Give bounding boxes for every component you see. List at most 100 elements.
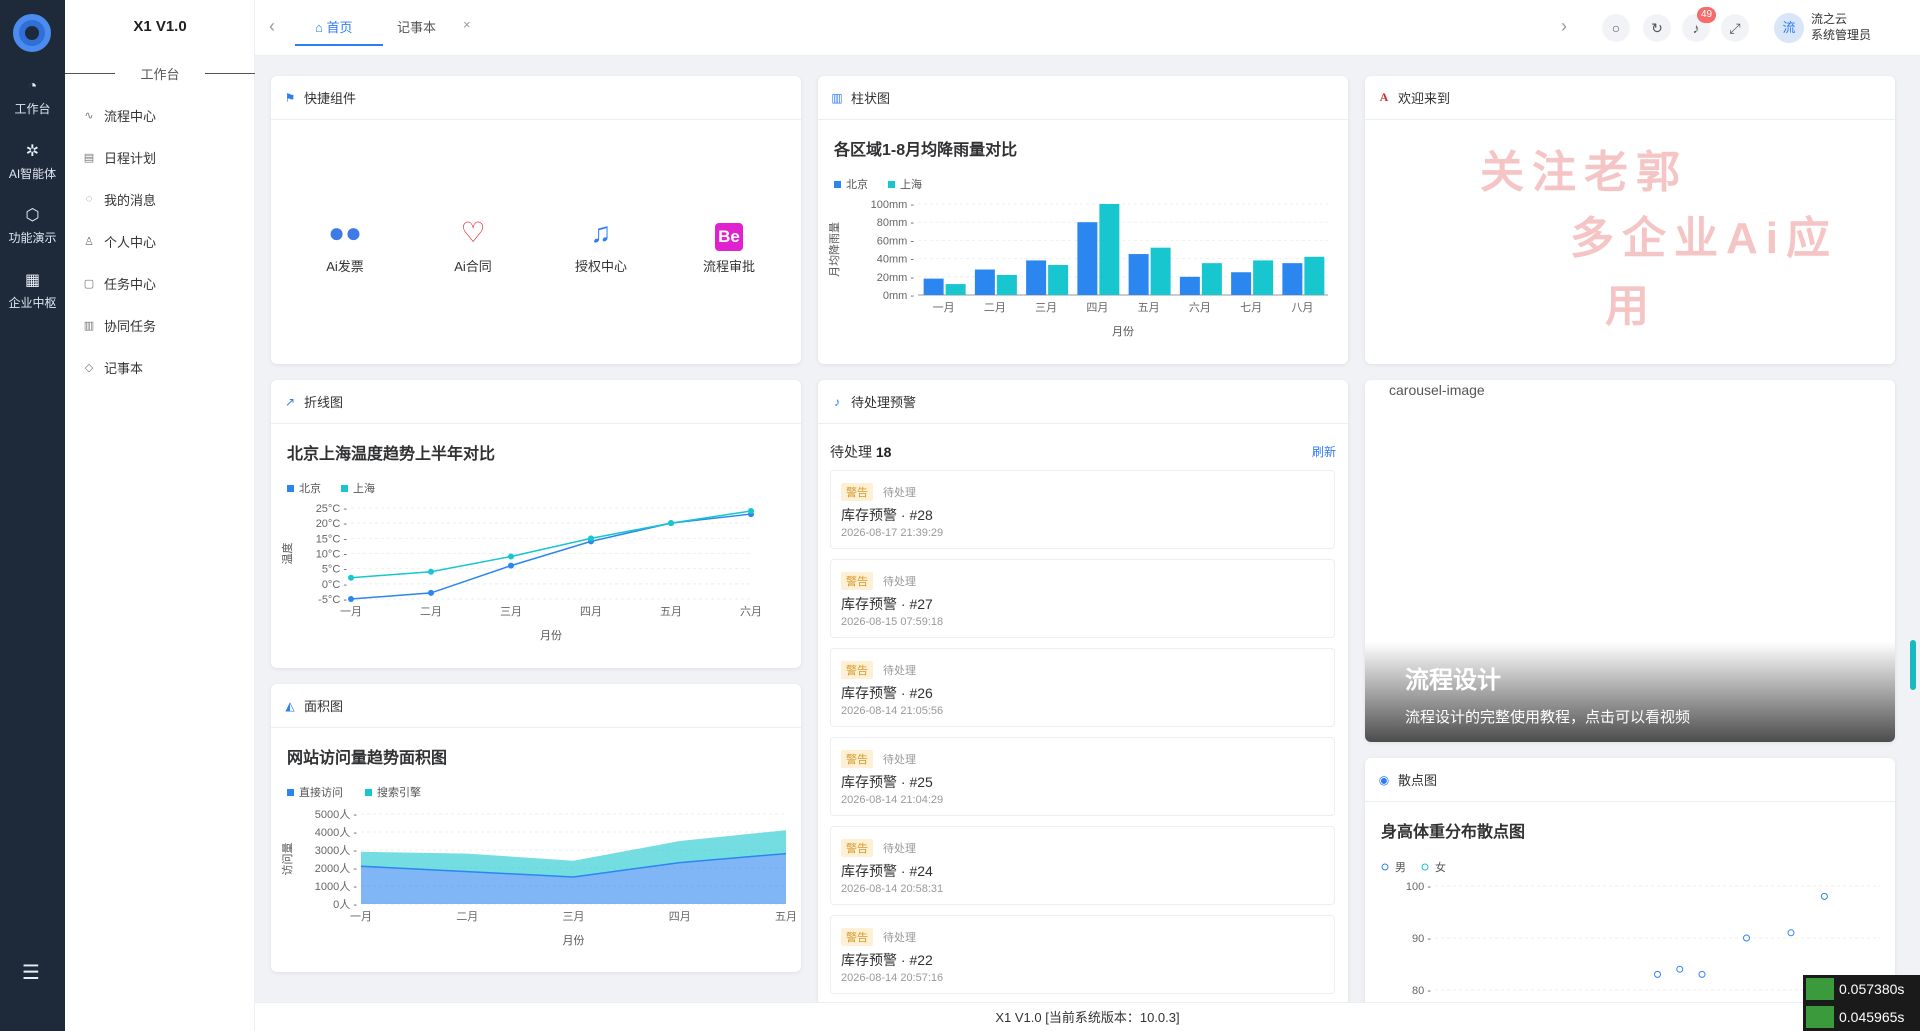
y-tick-label: 80 -	[1412, 985, 1431, 997]
y-tick-label: 10°C -	[316, 549, 348, 561]
x-tick-label: 三月	[563, 911, 585, 923]
timing-badge-1: 0.057380s	[1803, 975, 1920, 1003]
menu-toggle-icon[interactable]: ☰	[22, 960, 40, 985]
tag-icon: ◇	[84, 361, 94, 374]
alert-item[interactable]: 警告 待处理 库存预警 · #22 2026-08-14 20:57:16	[830, 915, 1335, 994]
welcome-line-2: 多企业Ai应	[1570, 214, 1838, 263]
sidebar-item-profile[interactable]: ♙ 个人中心	[81, 230, 156, 252]
user-name: 流之云	[1811, 12, 1848, 26]
divider	[205, 73, 255, 74]
pulse-icon: ∿	[84, 109, 94, 122]
user-role: 系统管理员	[1811, 28, 1872, 42]
bar-chart-card: ▥ 柱状图 各区域1-8月均降雨量对比 北京 上海 0mm -20mm -40mm -…	[818, 76, 1348, 364]
refresh-link[interactable]: 刷新	[1312, 443, 1336, 460]
heart-icon: ♡	[460, 217, 486, 248]
card-header: A 欢迎来到	[1365, 76, 1895, 120]
bar	[1099, 204, 1120, 295]
carousel-card[interactable]: carousel-image 流程设计 流程设计的完整使用教程，点击可以看视频	[1365, 380, 1895, 742]
y-tick-label: 25°C -	[316, 503, 348, 515]
dashboard-icon: ◔	[27, 78, 38, 95]
rail-item-demo[interactable]: ⬡ 功能演示	[0, 207, 65, 246]
sidebar-item-notes[interactable]: ◇ 记事本	[81, 356, 143, 378]
tab-home[interactable]: ⌂ 首页	[315, 17, 352, 36]
tab-scroll-left-icon[interactable]: ‹	[269, 16, 275, 37]
y-tick-label: 4000人 -	[315, 826, 358, 839]
y-tick-label: 20°C -	[316, 518, 348, 530]
alert-name: 库存预警 · #26	[841, 685, 933, 701]
scrollbar-thumb[interactable]	[1910, 640, 1916, 690]
data-point	[1820, 892, 1828, 900]
bar	[1231, 272, 1252, 295]
quick-item-auth[interactable]: ♫ 授权中心	[551, 216, 651, 275]
y-tick-label: 80mm -	[877, 217, 915, 229]
sidebar-item-messages[interactable]: ◌ 我的消息	[81, 188, 156, 210]
x-tick-label: 三月	[1035, 302, 1057, 314]
rail-item-ai-agent[interactable]: ✲ AI智能体	[0, 143, 65, 182]
alert-name: 库存预警 · #28	[841, 507, 933, 523]
alert-item[interactable]: 警告 待处理 库存预警 · #24 2026-08-14 20:58:31	[830, 826, 1335, 905]
quick-components-card: ⚑ 快捷组件 ●● Ai发票 ♡ Ai合同 ♫ 授权中心 Be 流程审批	[271, 76, 801, 364]
x-tick-label: 六月	[740, 605, 762, 618]
alert-time: 2026-08-15 07:59:18	[841, 616, 944, 628]
rail-item-enterprise[interactable]: ▦ 企业中枢	[0, 272, 65, 311]
x-tick-label: 五月	[775, 911, 797, 923]
bar-chart: 北京 上海 0mm - 20mm - 40mm - 60mm - 80mm - 100mm -…	[827, 177, 1328, 338]
x-tick-label: 六月	[1189, 301, 1211, 314]
alert-item[interactable]: 警告 待处理 库存预警 · #27 2026-08-15 07:59:18	[830, 559, 1335, 638]
user-info[interactable]: 流之云 系统管理员	[1811, 11, 1871, 43]
letter-a-icon: A	[1379, 90, 1389, 104]
alert-status: 待处理	[883, 576, 916, 588]
bar	[1128, 254, 1149, 295]
notification-badge: 49	[1697, 7, 1717, 23]
bar	[945, 284, 966, 295]
alert-item[interactable]: 警告 待处理 库存预警 · #28 2026-08-17 21:39:29	[830, 470, 1335, 549]
bar	[1179, 276, 1200, 295]
legend-label: 男	[1395, 862, 1406, 874]
rail-item-workbench[interactable]: ◔ 工作台	[0, 78, 65, 117]
sidebar-item-tasks[interactable]: ▢ 任务中心	[81, 272, 156, 294]
legend-label: 上海	[900, 177, 922, 191]
app-title: X1 V1.0	[133, 18, 187, 35]
data-point	[428, 589, 434, 596]
quick-item-approval[interactable]: Be 流程审批	[679, 216, 779, 275]
data-point	[348, 574, 354, 581]
task-icon: ▢	[83, 277, 95, 290]
x-axis-label: 月份	[540, 629, 562, 642]
sidebar-item-schedule[interactable]: ▤ 日程计划	[81, 146, 156, 168]
alert-name: 库存预警 · #27	[841, 596, 933, 612]
fullscreen-icon[interactable]: ⤢	[1721, 14, 1749, 42]
alert-item[interactable]: 警告 待处理 库存预警 · #26 2026-08-14 21:05:56	[830, 648, 1335, 727]
tab-scroll-right-icon[interactable]: ›	[1561, 16, 1567, 37]
bar	[1282, 263, 1303, 295]
bar	[1026, 260, 1047, 295]
x-tick-label: 二月	[984, 302, 1006, 314]
tab-notes[interactable]: 记事本	[397, 17, 436, 36]
alert-time: 2026-08-17 21:39:29	[841, 527, 944, 539]
refresh-icon[interactable]: ↻	[1643, 14, 1671, 42]
tab-close-icon[interactable]: ×	[463, 17, 471, 32]
alert-item[interactable]: 警告 待处理 库存预警 · #25 2026-08-14 21:04:29	[830, 737, 1335, 816]
y-tick-label: 60mm -	[877, 235, 915, 247]
search-icon[interactable]: ○	[1602, 14, 1630, 42]
alert-level-tag: 警告	[841, 839, 873, 857]
legend-swatch	[1381, 863, 1389, 871]
footer: X1 V1.0 [当前系统版本：10.0.3]	[255, 1002, 1920, 1031]
y-axis-label: 访问量	[281, 843, 294, 876]
alert-level-tag: 警告	[841, 750, 873, 768]
x-axis-label: 月份	[1112, 325, 1134, 338]
y-tick-label: 0mm -	[883, 290, 915, 302]
quick-item-contract[interactable]: ♡ Ai合同	[423, 216, 523, 275]
alert-level-tag: 警告	[841, 483, 873, 501]
x-tick-label: 五月	[660, 606, 682, 618]
sidebar-item-collab[interactable]: ▥ 协同任务	[81, 314, 156, 336]
quick-item-invoice[interactable]: ●● Ai发票	[295, 216, 395, 275]
avatar[interactable]: 流	[1774, 13, 1804, 43]
y-tick-label: 5000人 -	[315, 808, 358, 821]
x-tick-label: 五月	[1138, 302, 1160, 314]
alert-time: 2026-08-14 21:04:29	[841, 794, 944, 806]
sidebar-item-process[interactable]: ∿ 流程中心	[81, 104, 156, 126]
y-axis-label: 月均降雨量	[827, 222, 841, 277]
y-tick-label: 15°C -	[316, 533, 348, 545]
flag-icon: ⚑	[284, 90, 296, 105]
welcome-line-1: 关注老郭	[1480, 148, 1688, 197]
